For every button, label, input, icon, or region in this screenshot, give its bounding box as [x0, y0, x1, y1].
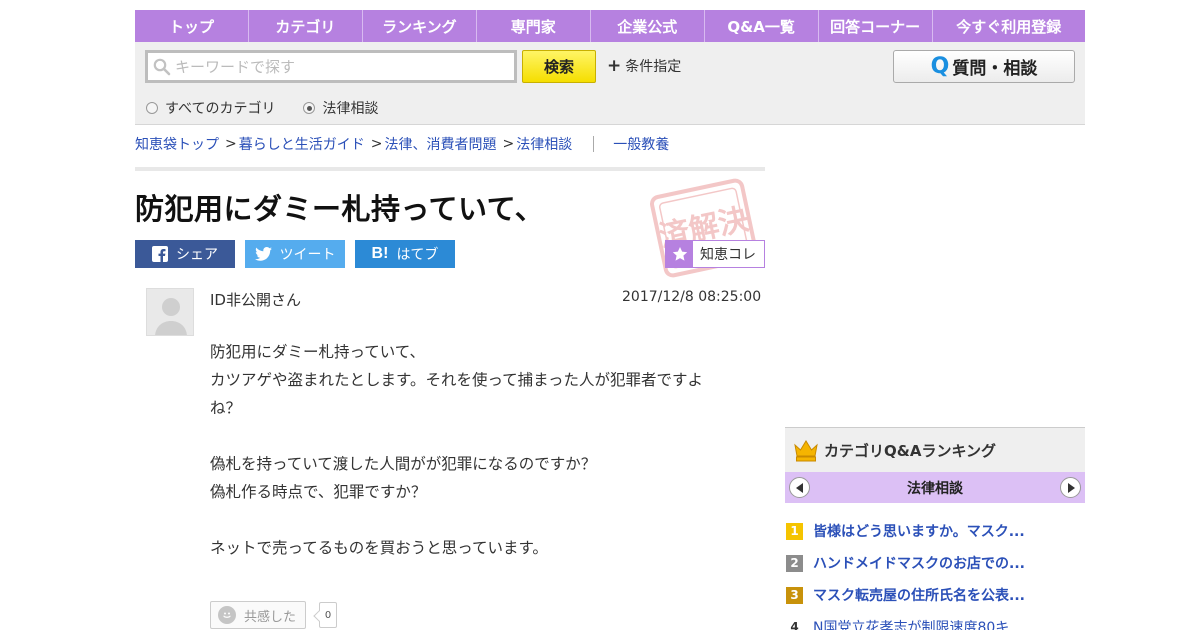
- nav-item-top[interactable]: トップ: [135, 10, 249, 42]
- search-button[interactable]: 検索: [522, 50, 596, 83]
- nav-item-category[interactable]: カテゴリ: [249, 10, 363, 42]
- prev-category-button[interactable]: [789, 477, 810, 498]
- body-line: 偽札作る時点で、犯罪ですか？: [210, 483, 427, 501]
- avatar: [146, 288, 194, 336]
- ranking-category-label: 法律相談: [907, 480, 963, 497]
- condition-toggle[interactable]: + 条件指定: [607, 56, 681, 76]
- twitter-share-button[interactable]: ツイート: [245, 240, 345, 268]
- nav-item-qa-list[interactable]: Q&A一覧: [705, 10, 819, 42]
- breadcrumb-link-top[interactable]: 知恵袋トップ: [135, 134, 219, 154]
- radio-off-icon: [146, 102, 158, 114]
- default-avatar-icon: [155, 298, 187, 335]
- nav-item-official[interactable]: 企業公式: [591, 10, 705, 42]
- rank-number: 3: [786, 586, 803, 604]
- body-line: ネットで売ってるものを買おうと思っています。: [210, 539, 548, 557]
- ranking-item[interactable]: 3 マスク転売屋の住所氏名を公表...: [785, 579, 1085, 611]
- chevron-left-icon: [795, 482, 803, 493]
- star-icon: [666, 241, 693, 267]
- body-blank-line: [210, 422, 740, 450]
- breadcrumb-separator: >: [225, 136, 237, 152]
- ask-question-label: 質問・相談: [952, 59, 1038, 79]
- ranking-category-bar: 法律相談: [785, 472, 1085, 503]
- search-scope: すべてのカテゴリ 法律相談: [146, 98, 406, 118]
- plus-icon: +: [607, 55, 622, 76]
- body-line: 偽札を持っていて渡した人間がが犯罪になるのですか？: [210, 455, 597, 473]
- ranking-question-link[interactable]: 皆様はどう思いますか。マスク...: [813, 521, 1025, 541]
- breadcrumb-link-life[interactable]: 暮らしと生活ガイド: [239, 134, 365, 154]
- category-ranking: カテゴリQ&Aランキング 法律相談 1 皆様はどう思いますか。マスク... 2 …: [785, 427, 1085, 630]
- empathy-count: 0: [319, 602, 337, 628]
- search-icon: [153, 58, 171, 75]
- scope-current-radio[interactable]: 法律相談: [303, 98, 378, 118]
- hatena-share-button[interactable]: B! はてブ: [355, 240, 455, 268]
- q-logo-icon: Q: [930, 53, 950, 79]
- ranking-item[interactable]: 4 N国党立花孝志が制限速度80キ...: [785, 611, 1085, 630]
- breadcrumb-link-law-consumer[interactable]: 法律、消費者問題: [384, 134, 496, 154]
- divider: [135, 167, 765, 171]
- hatena-bookmark-icon: B!: [371, 245, 389, 262]
- breadcrumb-link-law-consult[interactable]: 法律相談: [516, 134, 572, 154]
- body-line: ね？: [210, 399, 242, 417]
- scope-all-radio[interactable]: すべてのカテゴリ: [146, 98, 275, 118]
- breadcrumb: 知恵袋トップ > 暮らしと生活ガイド > 法律、消費者問題 > 法律相談 一般教…: [135, 134, 669, 154]
- smiley-icon: [218, 606, 236, 624]
- chevron-right-icon: [1067, 482, 1075, 493]
- ranking-question-link[interactable]: ハンドメイドマスクのお店での...: [813, 553, 1025, 573]
- nav-item-register[interactable]: 今すぐ利用登録: [933, 10, 1085, 42]
- ask-question-button[interactable]: Q 質問・相談: [893, 50, 1075, 83]
- ranking-header: カテゴリQ&Aランキング: [785, 427, 1085, 472]
- facebook-share-label: シェア: [176, 247, 218, 263]
- facebook-share-button[interactable]: シェア: [135, 240, 235, 268]
- breadcrumb-separator: >: [370, 136, 383, 152]
- rank-number: 2: [786, 554, 803, 572]
- search-band: 検索 + 条件指定 すべてのカテゴリ 法律相談 Q 質問・相談: [135, 42, 1085, 125]
- question-author: ID非公開さん: [210, 291, 301, 309]
- global-nav: トップ カテゴリ ランキング 専門家 企業公式 Q&A一覧 回答コーナー 今すぐ…: [135, 10, 1085, 42]
- question-body: 防犯用にダミー札持っていて、 カツアゲや盗まれたとします。それを使って捕まった人…: [210, 338, 740, 562]
- condition-label: 条件指定: [625, 59, 682, 75]
- body-line: カツアゲや盗まれたとします。それを使って捕まった人が犯罪者ですよ: [210, 371, 704, 389]
- radio-on-icon: [303, 102, 316, 114]
- chiekore-button[interactable]: 知恵コレ: [665, 240, 765, 268]
- ranking-question-link[interactable]: N国党立花孝志が制限速度80キ...: [813, 617, 1023, 630]
- nav-item-answer-corner[interactable]: 回答コーナー: [819, 10, 933, 42]
- crown-icon: [794, 440, 818, 462]
- question-datetime: 2017/12/8 08:25:00: [622, 289, 762, 305]
- nav-item-ranking[interactable]: ランキング: [363, 10, 477, 42]
- chiekore-label: 知恵コレ: [700, 247, 756, 263]
- facebook-icon: [152, 246, 168, 262]
- nav-item-experts[interactable]: 専門家: [477, 10, 591, 42]
- hatena-share-label: はてブ: [396, 247, 439, 263]
- question-title: 防犯用にダミー札持っていて、: [135, 192, 545, 226]
- body-blank-line: [210, 506, 740, 534]
- twitter-share-label: ツイート: [279, 247, 336, 263]
- rank-number: 4: [790, 620, 799, 630]
- breadcrumb-separator: >: [502, 136, 515, 152]
- twitter-icon: [254, 247, 272, 261]
- scope-all-label: すべてのカテゴリ: [165, 101, 276, 117]
- breadcrumb-divider: [593, 136, 595, 152]
- rank-number: 1: [786, 522, 803, 540]
- next-category-button[interactable]: [1060, 477, 1081, 498]
- search-box: [145, 50, 517, 83]
- page: トップ カテゴリ ランキング 専門家 企業公式 Q&A一覧 回答コーナー 今すぐ…: [0, 0, 1200, 630]
- empathy-button[interactable]: 共感した: [210, 601, 306, 629]
- ranking-heading: カテゴリQ&Aランキング: [824, 441, 996, 460]
- ranking-list: 1 皆様はどう思いますか。マスク... 2 ハンドメイドマスクのお店での... …: [785, 515, 1085, 630]
- breadcrumb-link-general[interactable]: 一般教養: [613, 134, 669, 154]
- body-line: 防犯用にダミー札持っていて、: [210, 343, 425, 361]
- search-input[interactable]: [171, 53, 514, 80]
- empathy-label: 共感した: [244, 609, 297, 625]
- ranking-question-link[interactable]: マスク転売屋の住所氏名を公表...: [813, 585, 1025, 605]
- ranking-item[interactable]: 2 ハンドメイドマスクのお店での...: [785, 547, 1085, 579]
- ranking-item[interactable]: 1 皆様はどう思いますか。マスク...: [785, 515, 1085, 547]
- scope-current-label: 法律相談: [322, 101, 379, 117]
